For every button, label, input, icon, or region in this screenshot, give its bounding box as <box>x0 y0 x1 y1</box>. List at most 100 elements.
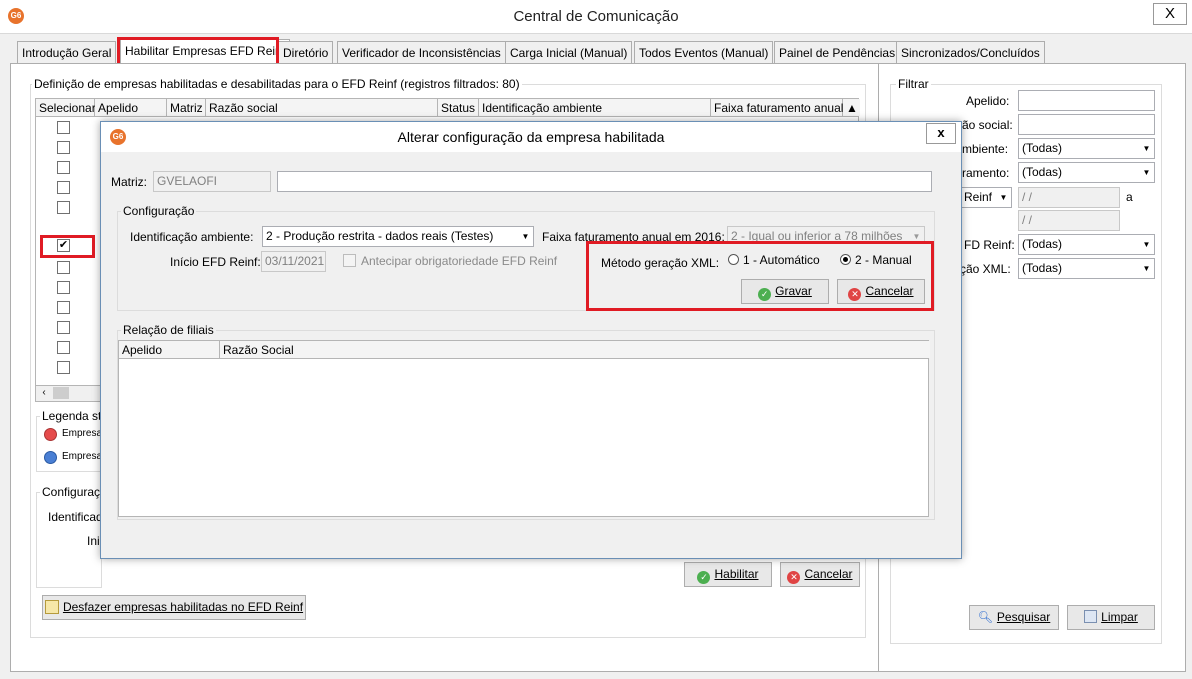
radio-on-icon <box>840 254 851 265</box>
ident-ambiente-select[interactable]: 2 - Produção restrita - dados reais (Tes… <box>262 226 534 247</box>
matriz-name-input[interactable] <box>277 171 932 192</box>
legend-title: Legenda st <box>40 409 104 423</box>
row-checkbox[interactable] <box>57 341 70 354</box>
col-status[interactable]: Status <box>438 99 479 116</box>
highlight-tab-box <box>117 37 279 66</box>
config-ini-label: Ini <box>87 534 100 548</box>
row-checkbox[interactable] <box>57 261 70 274</box>
row-checkbox[interactable] <box>57 361 70 374</box>
filiais-grid <box>118 340 929 517</box>
hscroll-thumb[interactable] <box>53 387 69 399</box>
document-undo-icon <box>44 600 59 614</box>
dropdown-arrow-icon: ▼ <box>1139 259 1154 278</box>
filter-date-from[interactable]: / / <box>1018 187 1120 208</box>
filiais-header: Apelido Razão Social <box>118 340 930 359</box>
dropdown-arrow-icon: ▼ <box>996 188 1011 207</box>
filter-date-separator: a <box>1126 190 1133 204</box>
scroll-up-icon[interactable]: ▲ <box>843 99 860 116</box>
row-checkbox[interactable] <box>57 161 70 174</box>
col-faixa[interactable]: Faixa faturamento anual <box>711 99 843 116</box>
row-checkbox[interactable] <box>57 281 70 294</box>
row-checkbox[interactable] <box>57 141 70 154</box>
tab-introducao[interactable]: Introdução Geral <box>17 41 117 63</box>
row-checkbox[interactable] <box>57 181 70 194</box>
habilitar-button[interactable]: ✓ Habilitar <box>684 562 772 587</box>
config-ident-label: Identificad <box>48 510 103 524</box>
tab-painel-pendencias[interactable]: Painel de Pendências <box>774 41 901 63</box>
cancel-icon: ✕ <box>848 288 862 301</box>
dropdown-arrow-icon: ▼ <box>518 227 533 246</box>
filter-date-to[interactable]: / / <box>1018 210 1120 231</box>
desfazer-button[interactable]: Desfazer empresas habilitadas no EFD Rei… <box>42 595 306 620</box>
highlight-checkbox-box <box>40 235 95 258</box>
row-checkbox[interactable] <box>57 201 70 214</box>
filter-faturamento-select[interactable]: (Todas) ▼ <box>1018 162 1155 183</box>
filter-ambiente-select[interactable]: (Todas) ▼ <box>1018 138 1155 159</box>
gravar-button[interactable]: ✓ Gravar <box>741 279 829 304</box>
col-matriz[interactable]: Matriz <box>167 99 206 116</box>
filter-razao-label: zão social: <box>956 118 1013 132</box>
pesquisar-button[interactable]: 🔍︎ Pesquisar <box>969 605 1059 630</box>
dropdown-arrow-icon: ▼ <box>1139 139 1154 158</box>
dropdown-arrow-icon: ▼ <box>1139 235 1154 254</box>
col-identificacao[interactable]: Identificação ambiente <box>479 99 711 116</box>
window-close-button[interactable]: X <box>1153 3 1187 25</box>
filter-ambiente-label: mbiente: <box>962 142 1009 156</box>
inicio-label: Início EFD Reinf: <box>170 255 261 269</box>
col-filial-apelido[interactable]: Apelido <box>119 341 220 358</box>
blue-status-icon <box>44 451 57 464</box>
search-icon: 🔍︎ <box>977 610 993 624</box>
dialog-title: Alterar configuração da empresa habilita… <box>397 129 665 145</box>
tab-todos-eventos[interactable]: Todos Eventos (Manual) <box>634 41 774 63</box>
check-icon: ✓ <box>758 288 772 301</box>
filter-xml-select[interactable]: (Todas) ▼ <box>1018 258 1155 279</box>
limpar-button[interactable]: Limpar <box>1067 605 1155 630</box>
filter-reinf-select[interactable]: Reinf ▼ <box>960 187 1012 208</box>
col-razao-social[interactable]: Razão social <box>206 99 438 116</box>
dialog-close-button[interactable]: x <box>926 123 956 144</box>
matriz-code-input[interactable]: GVELAOFI <box>153 171 271 192</box>
red-status-icon <box>44 428 57 441</box>
config-group-title: Configuraç <box>40 485 103 499</box>
antecipar-label: Antecipar obrigatoriedade EFD Reinf <box>361 254 558 268</box>
grid-header: Selecionar Apelido Matriz Razão social S… <box>35 98 860 117</box>
tab-diretorio[interactable]: Diretório <box>278 41 334 63</box>
metodo-label: Método geração XML: <box>601 256 720 270</box>
legend-item: Empresa <box>62 428 103 439</box>
filter-apelido-input[interactable] <box>1018 90 1155 111</box>
filter-apelido-label: Apelido: <box>966 94 1010 108</box>
tab-carga-inicial[interactable]: Carga Inicial (Manual) <box>505 41 633 63</box>
cancelar-dialog-button[interactable]: ✕ Cancelar <box>837 279 925 304</box>
tab-verificador[interactable]: Verificador de Inconsistências <box>337 41 506 63</box>
dropdown-arrow-icon: ▼ <box>1139 163 1154 182</box>
cancelar-main-button[interactable]: ✕ Cancelar <box>780 562 860 587</box>
legend-item: Empresa <box>62 451 103 462</box>
tab-sincronizados[interactable]: Sincronizados/Concluídos <box>896 41 1045 63</box>
filter-efd-select[interactable]: (Todas) ▼ <box>1018 234 1155 255</box>
col-selecionar[interactable]: Selecionar <box>36 99 96 116</box>
radio-manual[interactable]: 2 - Manual <box>840 253 912 267</box>
filiais-title: Relação de filiais <box>121 323 216 337</box>
col-apelido[interactable]: Apelido <box>95 99 167 116</box>
scroll-left-icon[interactable]: ‹ <box>37 386 51 400</box>
antecipar-checkbox[interactable] <box>343 254 356 267</box>
inicio-input[interactable]: 03/11/2021 <box>261 251 326 272</box>
filter-efd-label: FD Reinf: <box>964 238 1015 252</box>
filter-faturamento-label: ramento: <box>962 166 1010 180</box>
matriz-label: Matriz: <box>111 175 147 189</box>
ident-ambiente-label: Identificação ambiente: <box>130 230 254 244</box>
check-icon: ✓ <box>697 571 711 584</box>
filter-xml-label: ção XML: <box>960 262 1011 276</box>
companies-group-title: Definição de empresas habilitadas e desa… <box>32 77 522 91</box>
col-filial-razao[interactable]: Razão Social <box>220 341 930 358</box>
dialog-config-title: Configuração <box>121 204 197 218</box>
filter-razao-input[interactable] <box>1018 114 1155 135</box>
cancel-icon: ✕ <box>787 571 801 584</box>
filter-title: Filtrar <box>896 77 931 91</box>
radio-automatico[interactable]: 1 - Automático <box>728 253 820 267</box>
radio-off-icon <box>728 254 739 265</box>
row-checkbox[interactable] <box>57 321 70 334</box>
row-checkbox[interactable] <box>57 301 70 314</box>
row-checkbox[interactable] <box>57 121 70 134</box>
eraser-icon <box>1084 610 1098 623</box>
